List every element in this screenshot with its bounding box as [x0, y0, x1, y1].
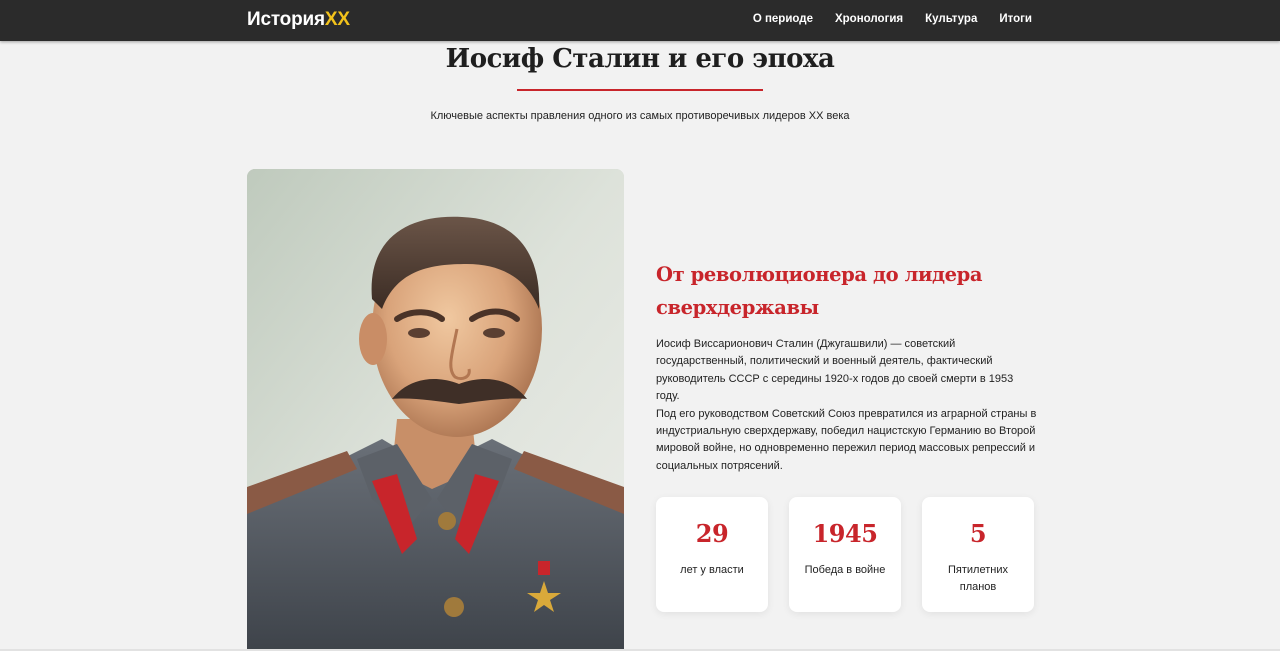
site-logo[interactable]: ИсторияXX: [247, 9, 350, 31]
stat-card-victory: 1945 Победа в войне: [789, 497, 901, 612]
nav-link-results[interactable]: Итоги: [999, 13, 1032, 25]
page-subtitle: Ключевые аспекты правления одного из сам…: [430, 110, 850, 122]
logo-text: История: [247, 9, 325, 30]
biography-text: Иосиф Виссарионович Сталин (Джугашвили) …: [656, 336, 1038, 475]
section-heading: От революционера до лидера сверхдержавы: [656, 263, 983, 319]
logo-accent: XX: [324, 9, 350, 30]
stat-card-five-year-plans: 5 Пятилетних планов: [922, 497, 1034, 612]
stat-card-years: 29 лет у власти: [656, 497, 768, 612]
stat-value: 1945: [812, 519, 878, 548]
nav-link-chronology[interactable]: Хронология: [835, 13, 903, 25]
bio-paragraph-1: Иосиф Виссарионович Сталин (Джугашвили) …: [656, 338, 1014, 403]
stat-label: Пятилетних планов: [948, 564, 1008, 593]
nav-menu: О периоде Хронология Культура Итоги: [753, 13, 1032, 25]
portrait-image: [247, 169, 624, 651]
page-title: Иосиф Сталин и его эпоха: [445, 44, 835, 74]
top-navbar: ИсторияXX О периоде Хронология Культура …: [0, 0, 1280, 41]
nav-link-culture[interactable]: Культура: [925, 13, 977, 25]
title-underline: [517, 89, 763, 91]
stat-value: 29: [695, 519, 729, 548]
nav-link-about[interactable]: О периоде: [753, 13, 813, 25]
stat-label: лет у власти: [680, 564, 744, 576]
stat-label: Победа в войне: [804, 564, 886, 576]
stat-value: 5: [969, 519, 987, 548]
bio-paragraph-2: Под его руководством Советский Союз прев…: [656, 407, 1037, 472]
